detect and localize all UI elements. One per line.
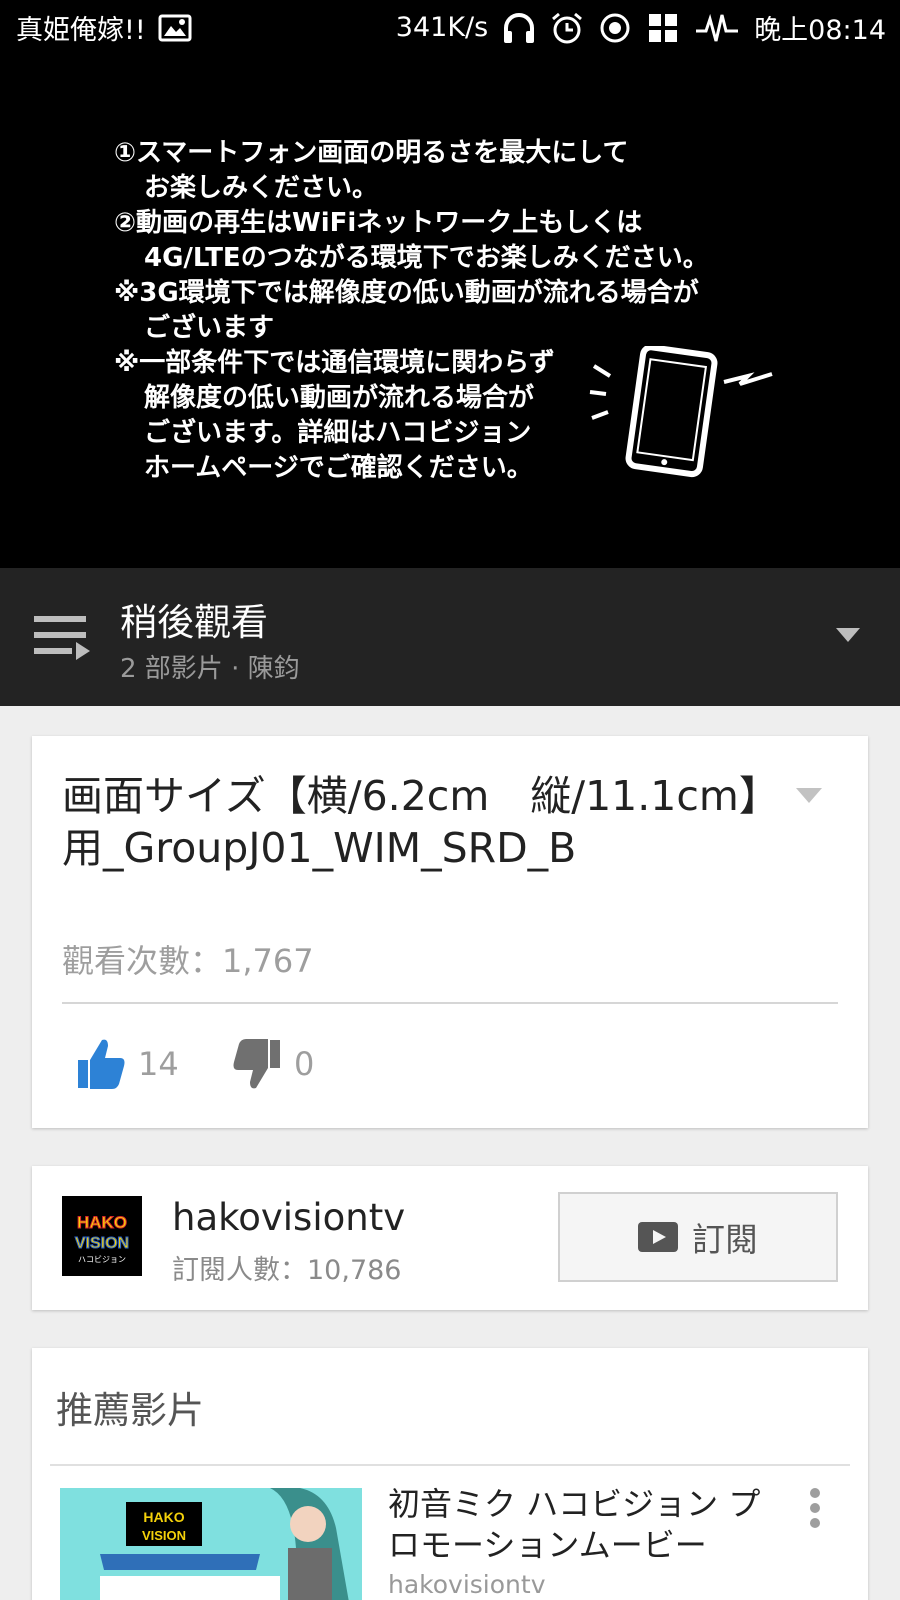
playlist-subtitle: 2 部影片 · 陳鈞 bbox=[120, 654, 300, 684]
thumb-logo-mid: VISION bbox=[142, 1528, 186, 1543]
headphones-icon bbox=[504, 12, 535, 43]
notice-line: ※3G環境下では解像度の低い動画が流れる場合が bbox=[114, 278, 699, 308]
thumbs-down-icon bbox=[233, 1039, 280, 1089]
video-thumbnail[interactable]: HAKO VISION bbox=[60, 1488, 362, 1600]
recommended-card: 推薦影片 HAKO VISION 初音ミク ハコビジョン プロモーションムービー… bbox=[32, 1348, 868, 1600]
divider bbox=[50, 1464, 850, 1466]
channel-name[interactable]: hakovisiontv bbox=[172, 1196, 405, 1239]
notice-line: ①スマートフォン画面の明るさを最大にして bbox=[114, 138, 629, 168]
youtube-play-icon bbox=[638, 1222, 678, 1252]
status-bar: 真姫俺嫁!! 341K/s 晚上08:14 bbox=[0, 0, 900, 56]
dislike-button[interactable]: 0 bbox=[232, 1036, 314, 1092]
subscribe-button[interactable]: 訂閱 bbox=[558, 1192, 838, 1282]
smartphone-icon bbox=[589, 346, 773, 478]
grid-icon bbox=[649, 13, 678, 42]
video-info-card: 画面サイズ【横/6.2cm 縦/11.1cm】用_GroupJ01_WIM_SR… bbox=[32, 736, 868, 1128]
recommended-video-channel: hakovisiontv bbox=[388, 1570, 546, 1599]
video-player[interactable]: ①スマートフォン画面の明るさを最大にして お楽しみください。 ②動画の再生はWi… bbox=[0, 56, 900, 568]
carrier-text: 真姫俺嫁!! bbox=[16, 15, 146, 46]
notice-line: お楽しみください。 bbox=[144, 173, 379, 203]
status-bar-left: 真姫俺嫁!! bbox=[16, 8, 192, 47]
channel-card: HAKO VISION ハコビジョン hakovisiontv 訂閱人數：10,… bbox=[32, 1166, 868, 1310]
logo-text-top: HAKO bbox=[77, 1213, 127, 1232]
clock: 晚上08:14 bbox=[754, 15, 886, 46]
thumb-logo-top: HAKO bbox=[143, 1509, 184, 1525]
more-options-icon[interactable] bbox=[808, 1488, 822, 1532]
like-count: 14 bbox=[138, 1045, 179, 1083]
alarm-icon bbox=[552, 12, 583, 43]
notice-line: ②動画の再生はWiFiネットワーク上もしくは bbox=[114, 208, 643, 238]
view-count: 觀看次數：1,767 bbox=[62, 942, 314, 980]
image-icon bbox=[158, 14, 192, 41]
subscriber-count: 訂閱人數：10,786 bbox=[172, 1255, 402, 1286]
subscribe-label: 訂閱 bbox=[692, 1220, 758, 1259]
sync-icon bbox=[600, 13, 630, 42]
playlist-bar[interactable]: 稍後觀看 2 部影片 · 陳鈞 bbox=[0, 568, 900, 706]
playlist-title: 稍後觀看 bbox=[120, 601, 268, 644]
logo-text-mid: VISION bbox=[75, 1235, 129, 1252]
dislike-count: 0 bbox=[294, 1045, 315, 1083]
channel-avatar[interactable]: HAKO VISION ハコビジョン bbox=[62, 1196, 142, 1276]
notice-line: ございます bbox=[144, 313, 275, 343]
recommended-video-title[interactable]: 初音ミク ハコビジョン プロモーションムービー bbox=[388, 1484, 788, 1566]
thumbnail-image: HAKO VISION bbox=[60, 1488, 362, 1600]
like-button[interactable]: 14 bbox=[76, 1036, 179, 1092]
thumbs-up-icon bbox=[78, 1039, 125, 1089]
chevron-down-icon[interactable] bbox=[836, 628, 860, 642]
video-title: 画面サイズ【横/6.2cm 縦/11.1cm】用_GroupJ01_WIM_SR… bbox=[62, 772, 760, 872]
notice-line: 4G/LTEのつながる環境下でお楽しみください。 bbox=[144, 243, 709, 273]
status-bar-right: 341K/s 晚上08:14 bbox=[396, 8, 886, 47]
signal-icon bbox=[696, 13, 739, 41]
expand-description-icon[interactable] bbox=[796, 788, 822, 803]
network-speed: 341K/s bbox=[395, 12, 489, 43]
recommended-heading: 推薦影片 bbox=[56, 1389, 204, 1432]
logo-text-bottom: ハコビジョン bbox=[78, 1255, 126, 1264]
hakovision-logo: HAKO VISION ハコビジョン bbox=[62, 1196, 142, 1276]
divider bbox=[62, 1002, 838, 1004]
playlist-icon bbox=[34, 616, 90, 660]
